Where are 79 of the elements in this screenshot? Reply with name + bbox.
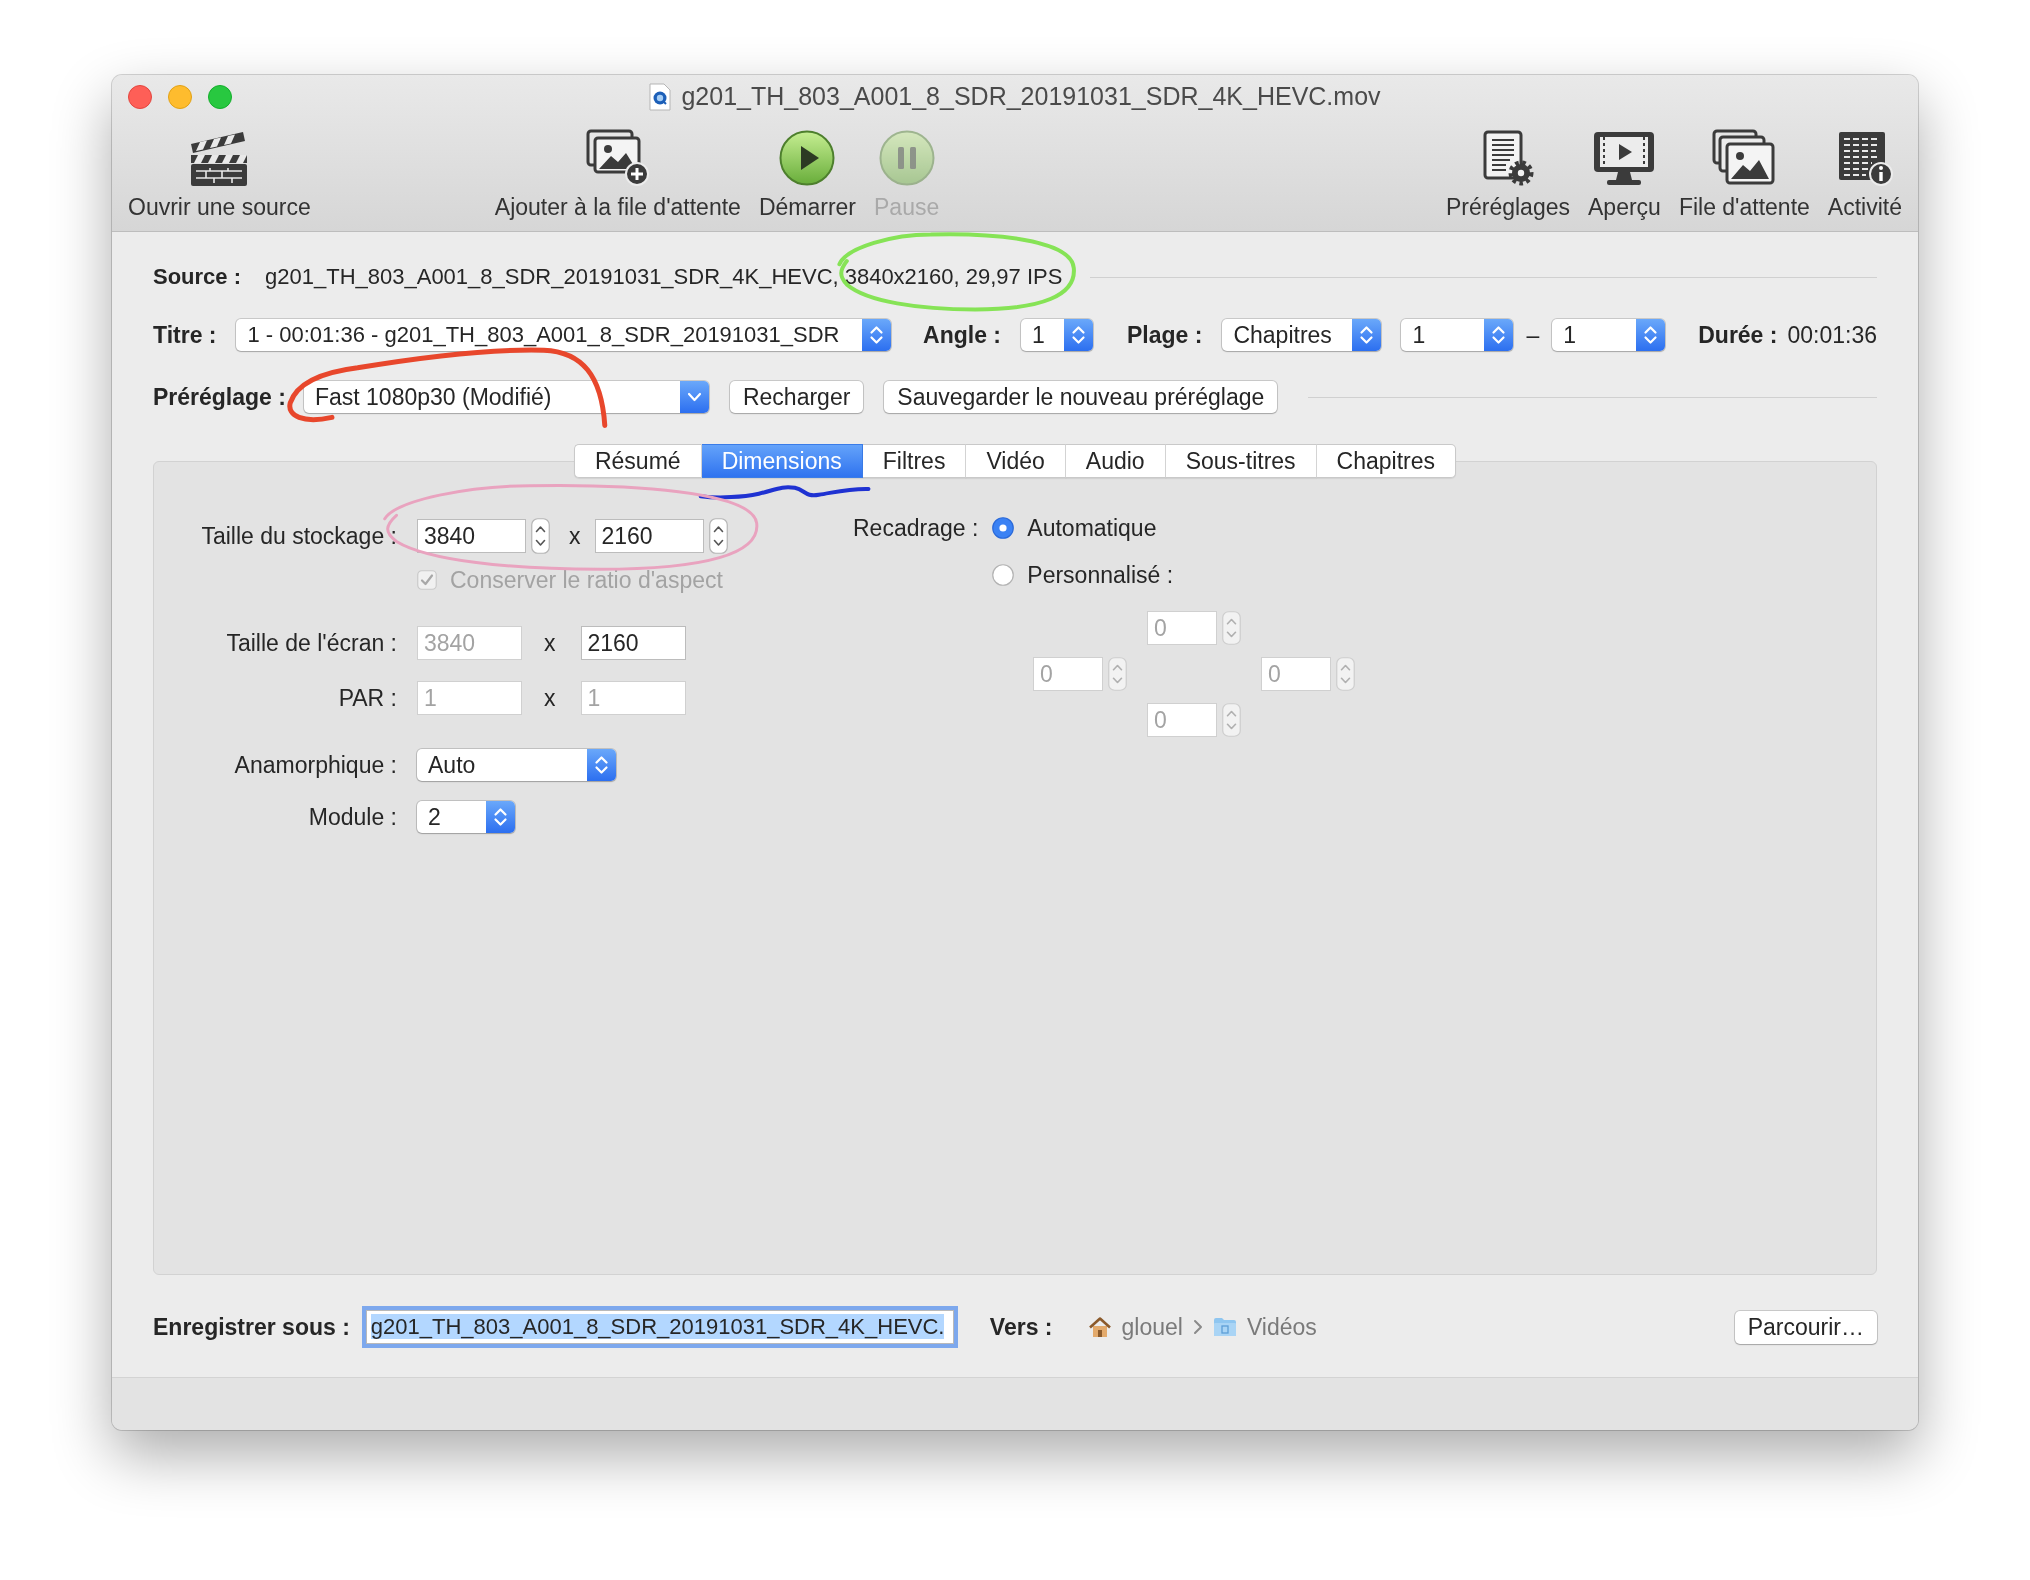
field-label: Module :: [308, 803, 397, 830]
width-field[interactable]: 3840: [417, 519, 526, 553]
stepper-button[interactable]: [531, 518, 550, 554]
activity-button[interactable]: Activité: [1827, 129, 1902, 220]
field-label: Taille du stockage :: [201, 522, 397, 549]
document-icon: [649, 82, 672, 111]
up-down-arrows-icon: [1352, 319, 1382, 351]
range-label: Plage :: [1127, 321, 1203, 349]
queue-button[interactable]: File d'attente: [1678, 129, 1810, 220]
home-icon: [1087, 1316, 1112, 1338]
angle-popup[interactable]: 1: [1021, 319, 1093, 351]
title-popup[interactable]: 1 - 00:01:36 - g201_TH_803_A001_8_SDR_20191031_SDR: [236, 319, 892, 351]
stacked-photos-icon: [1712, 129, 1777, 187]
minimize-button[interactable]: [168, 84, 192, 109]
up-down-arrows-icon: [1064, 319, 1093, 351]
source-label: Source :: [153, 264, 242, 290]
preset-label: Préréglage :: [153, 383, 286, 411]
up-down-arrows-icon: [486, 801, 515, 833]
up-down-arrows-icon: [587, 749, 616, 781]
source-file-name: g201_TH_803_A001_8_SDR_20191031_SDR_4K_HEVC,: [265, 264, 839, 290]
add-to-queue-button[interactable]: Ajouter à la file d'attente: [494, 129, 741, 220]
start-button[interactable]: Démarrer: [758, 129, 856, 220]
tab[interactable]: Chapitres: [1316, 444, 1457, 478]
destination-label: Vers :: [989, 1313, 1053, 1341]
preview-button[interactable]: Aperçu: [1588, 129, 1661, 220]
times-sign: x: [544, 629, 556, 657]
close-button[interactable]: [128, 84, 152, 109]
save-preset-button[interactable]: Sauvegarder le nouveau préréglage: [884, 381, 1278, 413]
zoom-button[interactable]: [208, 84, 232, 109]
tab[interactable]: Sous-titres: [1165, 444, 1317, 478]
field-label: PAR :: [338, 684, 397, 711]
height-field[interactable]: 2160: [580, 626, 686, 660]
chevron-down-icon: [679, 381, 709, 413]
monitor-play-icon: [1592, 129, 1657, 187]
times-sign: x: [569, 522, 581, 550]
window-title: g201_TH_803_A001_8_SDR_20191031_SDR_4K_HEVC.mov: [681, 82, 1381, 111]
up-down-arrows-icon: [862, 319, 892, 351]
range-dash: –: [1526, 321, 1540, 349]
crop-label: Recadrage :: [853, 514, 979, 542]
checkbox-label: Conserver le ratio d'aspect: [450, 566, 723, 594]
tab[interactable]: Filtres: [862, 444, 967, 478]
angle-label: Angle :: [923, 321, 1001, 349]
duration-label: Durée :: [1698, 321, 1778, 349]
up-down-arrows-icon: [1484, 319, 1514, 351]
radio-label: Automatique: [1027, 514, 1157, 542]
chapter-end-popup[interactable]: 1: [1552, 319, 1666, 351]
range-popup[interactable]: Chapitres: [1222, 319, 1382, 351]
pause-icon: [878, 129, 935, 187]
tab[interactable]: Audio: [1065, 444, 1166, 478]
height-field[interactable]: 2160: [594, 519, 704, 553]
title-label: Titre :: [153, 321, 217, 349]
open-source-button[interactable]: Ouvrir une source: [128, 129, 311, 220]
reload-button[interactable]: Recharger: [729, 381, 864, 413]
tab[interactable]: Résumé: [573, 444, 702, 478]
anamorphic-popup[interactable]: Auto: [417, 749, 616, 781]
field-label: Taille de l'écran :: [226, 629, 397, 656]
radio-button[interactable]: [992, 564, 1015, 586]
chevron-right-icon: [1192, 1319, 1203, 1335]
radio-label: Personnalisé :: [1027, 561, 1174, 589]
photos-plus-icon: [585, 129, 650, 187]
stepper-button[interactable]: [708, 518, 728, 554]
modulus-popup[interactable]: 2: [417, 801, 515, 833]
save-as-label: Enregistrer sous :: [153, 1313, 350, 1341]
duration-value: 00:01:36: [1787, 321, 1877, 349]
path-item[interactable]: glouel: [1087, 1313, 1183, 1341]
up-down-arrows-icon: [1636, 319, 1666, 351]
document-gear-icon: [1482, 129, 1534, 187]
preset-popup[interactable]: Fast 1080p30 (Modifié): [303, 381, 709, 413]
radio-button[interactable]: [992, 517, 1015, 539]
browse-button[interactable]: Parcourir…: [1734, 1310, 1877, 1344]
field-label: Anamorphique :: [234, 751, 397, 778]
tab[interactable]: Vidéo: [966, 444, 1066, 478]
play-icon: [779, 129, 836, 187]
path-item[interactable]: Vidéos: [1212, 1313, 1317, 1341]
source-format: 3840x2160, 29,97 IPS: [844, 264, 1063, 289]
folder-icon: [1212, 1317, 1237, 1337]
times-sign: x: [544, 684, 556, 712]
chapter-start-popup[interactable]: 1: [1401, 319, 1514, 351]
presets-button[interactable]: Préréglages: [1445, 129, 1570, 220]
